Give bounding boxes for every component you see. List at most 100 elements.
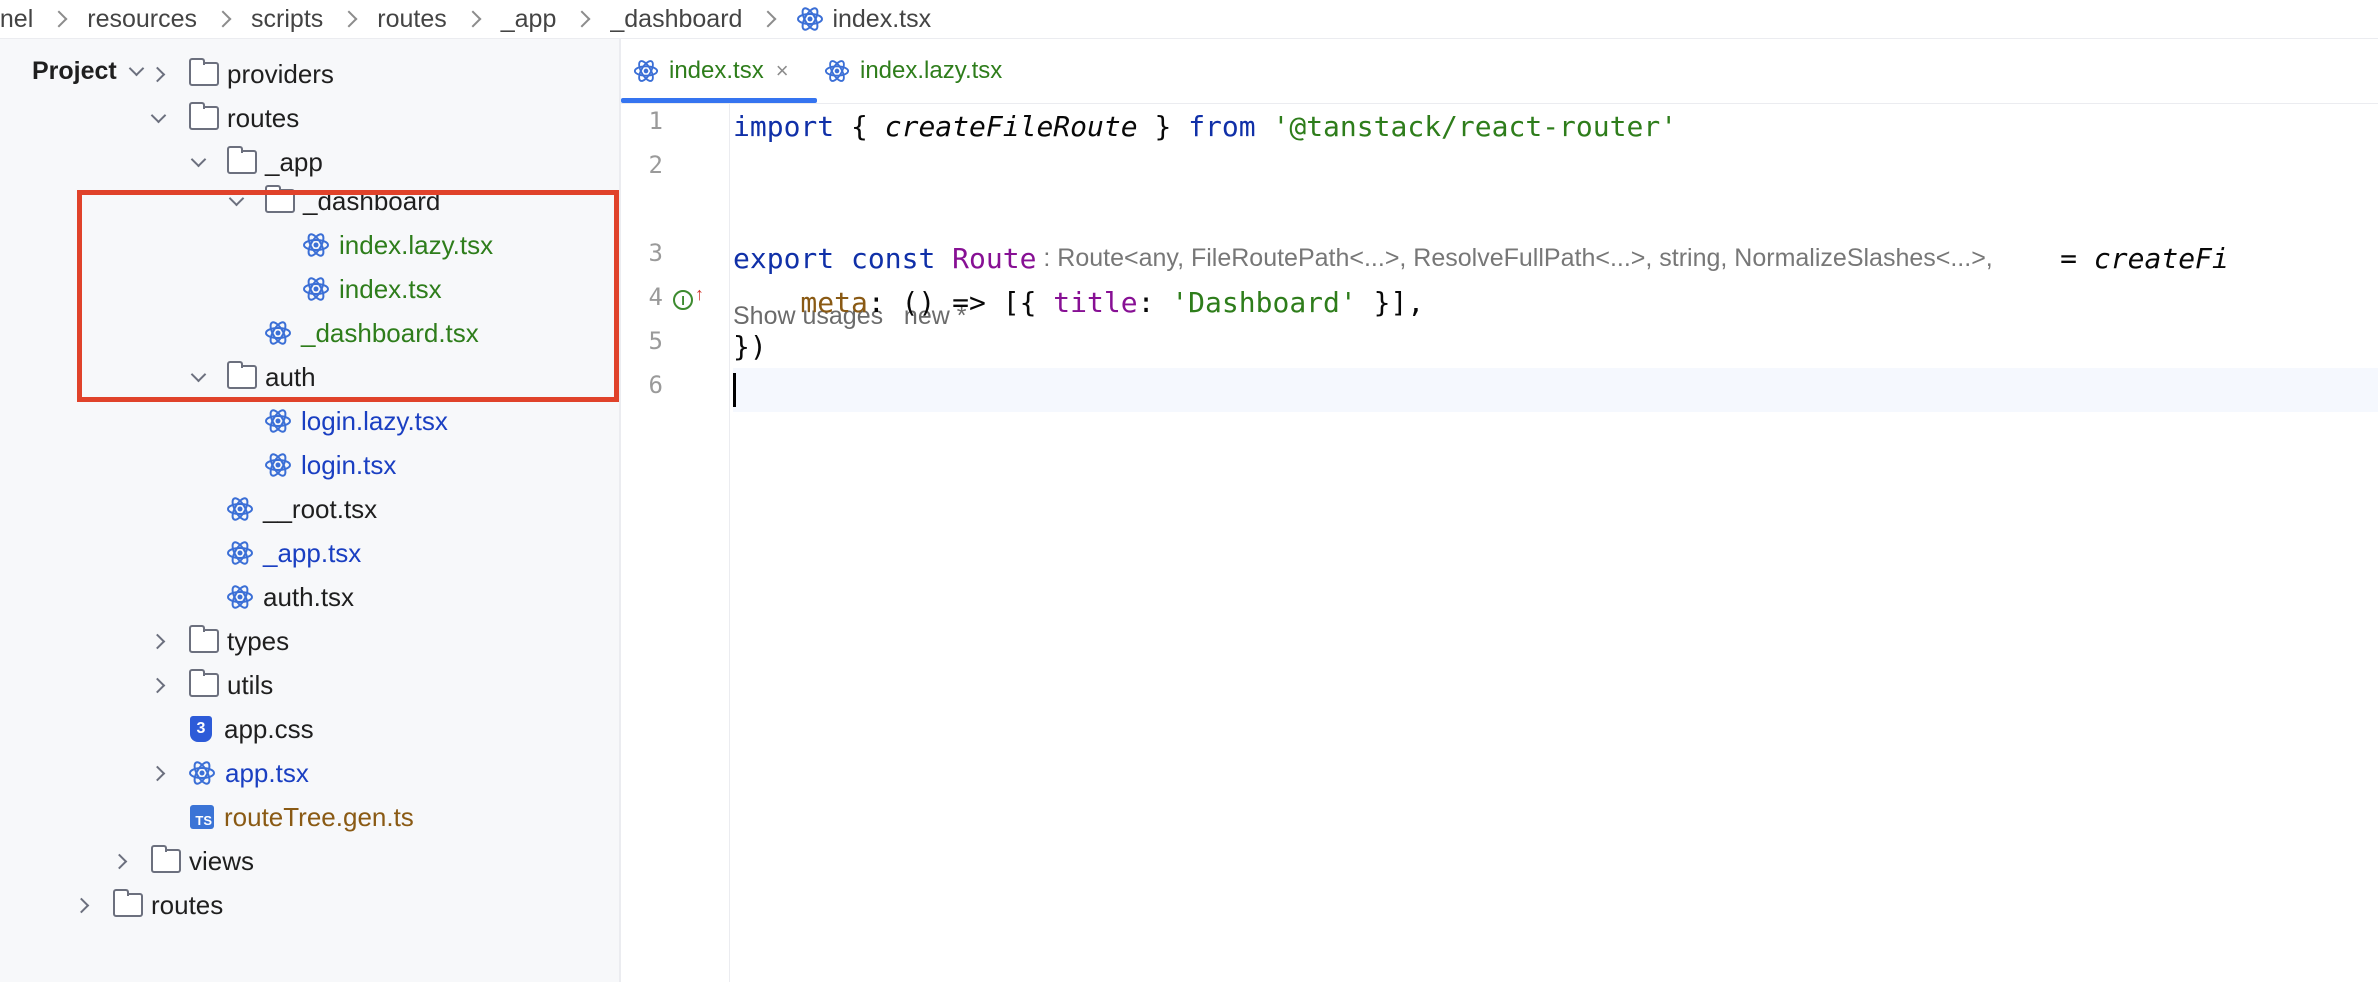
tree-item-app-file[interactable]: _app.tsx [226,531,361,575]
active-tab-indicator [621,98,817,103]
tree-item-app-folder[interactable]: _app [190,140,323,184]
line-number: 6 [648,371,663,399]
tree-item-label: auth [265,361,316,392]
react-icon [303,277,329,301]
typescript-icon: TS [190,805,214,829]
folder-icon [151,845,181,873]
breadcrumb: anel resources scripts routes _app _dash… [0,0,2378,39]
code-line-4: meta: () => [{ title: 'Dashboard' }], [733,280,1424,324]
breadcrumb-item[interactable]: resources [87,5,197,34]
identifier: createFi [2093,241,2229,275]
tree-item-auth-file[interactable]: auth.tsx [226,575,354,619]
chevron-right-icon[interactable] [149,765,166,782]
tree-item-app-css[interactable]: 3 app.css [188,707,314,751]
punct: : [1137,285,1172,319]
breadcrumb-item[interactable]: scripts [251,5,323,34]
tree-item-label: app.tsx [225,757,309,788]
tree-item-auth-folder[interactable]: auth [190,355,316,399]
tab-label: index.tsx [669,57,764,84]
line-number: 1 [648,107,663,135]
tree-item-index-lazy[interactable]: index.lazy.tsx [302,223,493,267]
tree-item-utils[interactable]: utils [149,663,274,707]
line-number: 2 [648,151,663,179]
arrow-up-icon[interactable]: ↑ [695,284,704,305]
chevron-right-icon[interactable] [149,66,166,83]
react-icon [265,453,291,477]
tree-item-label: views [189,845,255,876]
tree-item-label: login.lazy.tsx [301,405,448,436]
editor-gutter: 1 2 3 4 I ↑ 5 6 [621,104,730,982]
chevron-down-icon[interactable] [228,190,245,207]
chevron-down-icon[interactable] [190,366,207,383]
tab-index-tsx[interactable]: index.tsx × [633,39,789,103]
folder-icon [189,58,219,86]
punct: { [834,109,885,143]
type-hint: : Route<any, FileRoutePath<...>, Resolve… [1036,243,1993,272]
chevron-right-icon[interactable] [149,677,166,694]
folder-icon [189,669,219,697]
folder-icon [227,146,257,174]
tree-item-dashboard-file[interactable]: _dashboard.tsx [264,311,479,355]
chevron-right-icon[interactable] [73,897,90,914]
breadcrumb-item[interactable]: _dashboard [610,5,742,34]
react-icon [265,409,291,433]
chevron-right-icon [214,10,232,28]
breadcrumb-item[interactable]: _app [501,5,557,34]
chevron-right-icon [573,10,591,28]
current-line-highlight [733,368,2378,412]
chevron-right-icon [340,10,358,28]
tree-item-label: __root.tsx [263,493,378,524]
tab-index-lazy-tsx[interactable]: index.lazy.tsx [824,39,1002,103]
close-icon[interactable]: × [776,58,789,84]
react-icon [227,541,253,565]
line-number: 3 [648,239,663,267]
tree-item-index[interactable]: index.tsx [302,267,442,311]
tree-item-routes[interactable]: routes [150,96,300,140]
chevron-right-icon[interactable] [111,853,128,870]
tree-item-label: utils [227,669,274,700]
line-number: 5 [648,327,663,355]
tree-item-views[interactable]: views [111,839,255,883]
css-file-icon: 3 [190,716,212,742]
code-line-1: import { createFileRoute } from '@tansta… [733,104,1677,148]
tree-item-root[interactable]: __root.tsx [226,487,377,531]
tree-item-types[interactable]: types [149,619,289,663]
chevron-down-icon [128,60,145,77]
tree-item-label: _app [265,146,323,177]
code-line-5: }) [733,324,767,368]
react-icon [633,60,659,82]
implements-marker-icon[interactable]: I [673,290,693,310]
chevron-down-icon[interactable] [190,151,207,168]
tree-item-login-lazy[interactable]: login.lazy.tsx [264,399,448,443]
tree-item-login[interactable]: login.tsx [264,443,396,487]
tree-item-label: index.lazy.tsx [339,229,494,260]
tree-item-label: _app.tsx [263,537,362,568]
tree-item-providers[interactable]: providers [149,52,334,96]
folder-icon [189,102,219,130]
breadcrumb-label: index.tsx [832,4,932,33]
react-icon [265,321,291,345]
react-icon [227,585,253,609]
project-view-selector[interactable]: Project [32,57,145,86]
breadcrumb-item-current[interactable]: index.tsx [796,5,931,34]
tree-item-routetree[interactable]: TS routeTree.gen.ts [188,795,414,839]
chevron-down-icon[interactable] [150,107,167,124]
punct: = [1992,241,2094,275]
react-icon [797,7,824,31]
tree-item-app-tsx[interactable]: app.tsx [149,751,309,795]
keyword: from [1188,109,1256,143]
chevron-right-icon [50,10,68,28]
breadcrumb-item[interactable]: anel [0,5,33,34]
tree-item-routes-root[interactable]: routes [73,883,223,927]
chevron-right-icon[interactable] [149,633,166,650]
punct: }) [733,329,767,363]
code-editor[interactable]: import { createFileRoute } from '@tansta… [733,104,2378,982]
punct: } [1137,109,1189,143]
tree-item-label: routes [227,102,300,133]
react-icon [303,233,329,257]
code-line-3: export const Route : Route<any, FileRout… [733,236,2229,280]
line-number: 4 [648,283,663,311]
tree-item-dashboard-folder[interactable]: _dashboard [228,179,440,223]
folder-icon [227,361,257,389]
breadcrumb-item[interactable]: routes [377,5,446,34]
